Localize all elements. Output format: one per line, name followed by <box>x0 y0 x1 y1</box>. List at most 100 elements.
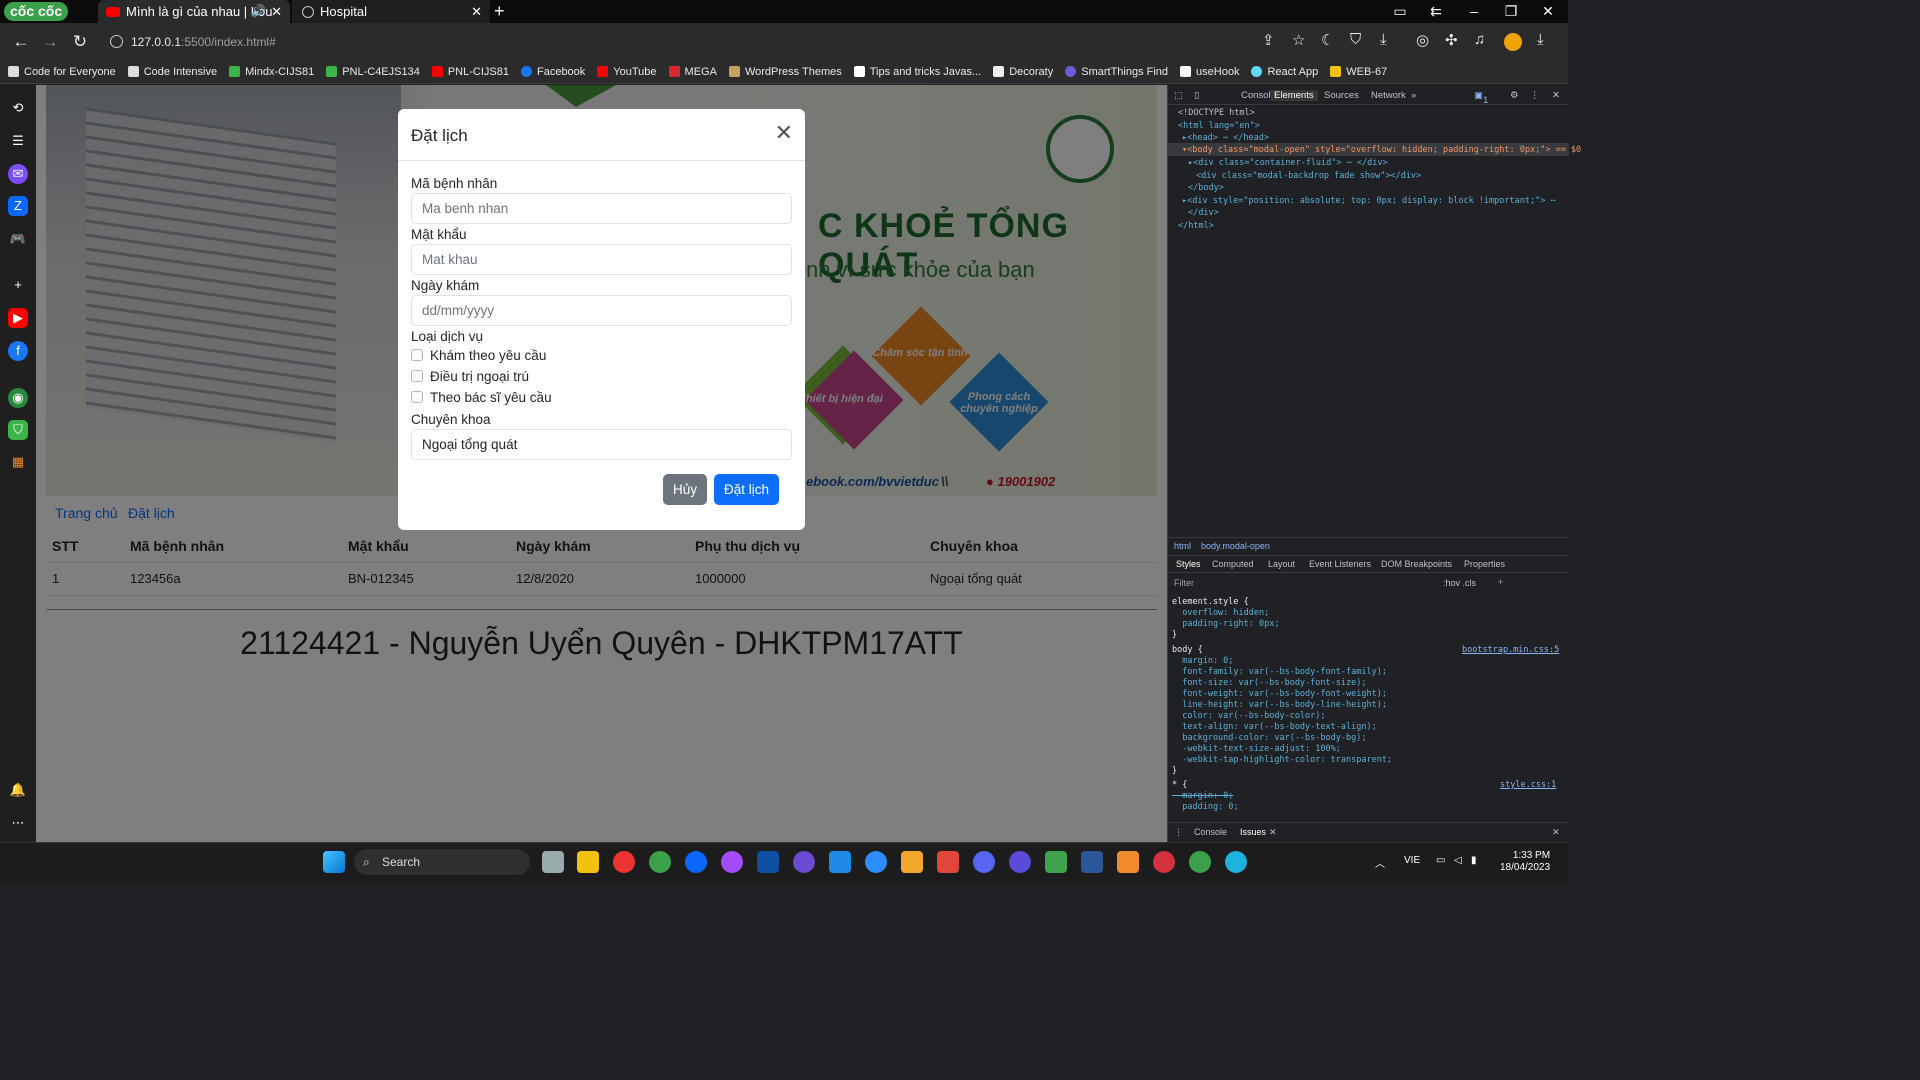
css-line[interactable]: color: var(--bs-body-color); <box>1172 711 1325 721</box>
clock[interactable]: 1:33 PM 18/04/2023 <box>1500 850 1550 874</box>
vscode-icon[interactable] <box>829 851 851 873</box>
tab-hospital[interactable]: Hospital ✕ <box>292 0 490 23</box>
bookmark[interactable]: WordPress Themes <box>721 61 846 83</box>
css-line[interactable]: font-size: var(--bs-body-font-size); <box>1172 678 1366 688</box>
app-icon[interactable] <box>937 851 959 873</box>
dom-line[interactable]: ▸<div class="container-fluid"> ⋯ </div> <box>1188 158 1388 168</box>
tab-dom-breakpoints[interactable]: DOM Breakpoints <box>1381 559 1452 569</box>
bookmark[interactable]: Facebook <box>513 61 589 83</box>
password-input[interactable]: Mat khau <box>411 244 792 275</box>
bookmark[interactable]: useHook <box>1172 61 1243 83</box>
tray-chevron-icon[interactable]: ︿ <box>1375 855 1385 870</box>
chrome-icon[interactable] <box>613 851 635 873</box>
bookmark[interactable]: Code Intensive <box>120 61 221 83</box>
maximize-button[interactable]: ❐ <box>1493 0 1529 23</box>
info-icon[interactable] <box>110 35 123 48</box>
dom-line[interactable]: ▸<head> ⋯ </head> <box>1182 133 1269 143</box>
css-source-link[interactable]: bootstrap.min.css:5 <box>1462 645 1559 655</box>
bookmark[interactable]: Decoraty <box>985 61 1057 83</box>
media-icon[interactable]: ♫ <box>1474 31 1485 48</box>
checkbox-icon[interactable] <box>411 370 423 382</box>
css-line[interactable]: -webkit-tap-highlight-color: transparent… <box>1172 755 1392 765</box>
edge-icon[interactable] <box>1225 851 1247 873</box>
download-icon[interactable]: ⤓ <box>1380 31 1387 48</box>
profile-avatar[interactable] <box>1504 33 1522 51</box>
battery-icon[interactable]: ▮ <box>1471 855 1477 866</box>
shield-icon[interactable]: ⛉ <box>1350 31 1361 48</box>
bookmark[interactable]: MEGA <box>661 61 721 83</box>
add-rule-icon[interactable]: + <box>1498 577 1503 587</box>
drawer-tab-console[interactable]: Console <box>1194 827 1227 837</box>
css-line[interactable]: background-color: var(--bs-body-bg); <box>1172 733 1366 743</box>
discord-icon[interactable] <box>973 851 995 873</box>
file-explorer-icon[interactable] <box>577 851 599 873</box>
css-line[interactable]: margin: 0; <box>1172 791 1233 801</box>
extensions-icon[interactable]: ✣ <box>1445 31 1458 49</box>
crumb-html[interactable]: html <box>1174 541 1191 551</box>
css-line[interactable]: -webkit-text-size-adjust: 100%; <box>1172 744 1341 754</box>
back-button[interactable]: ← <box>8 29 34 55</box>
star-app-icon[interactable] <box>901 851 923 873</box>
shield-icon[interactable]: ⛉ <box>8 420 28 440</box>
tab-styles[interactable]: Styles <box>1176 559 1201 569</box>
drawer-menu-icon[interactable]: ⋮ <box>1174 827 1183 838</box>
tab-event-listeners[interactable]: Event Listeners <box>1309 559 1371 569</box>
book-button[interactable]: Đặt lịch <box>714 474 779 505</box>
drawer-tab-issues[interactable]: Issues <box>1240 827 1266 837</box>
tab-properties[interactable]: Properties <box>1464 559 1505 569</box>
dom-line[interactable]: ▸<div style="position: absolute; top: 0p… <box>1182 196 1556 206</box>
tab-sources[interactable]: Sources <box>1324 90 1359 101</box>
network-icon[interactable]: ▭ <box>1436 855 1445 866</box>
facebook-icon[interactable]: f <box>8 341 28 361</box>
bookmark[interactable]: SmartThings Find <box>1057 61 1172 83</box>
filter-tools[interactable]: :hov .cls <box>1443 578 1476 588</box>
close-tab-icon[interactable]: ✕ <box>271 0 282 23</box>
bookmark[interactable]: Mindx-CIJS81 <box>221 61 318 83</box>
messenger-icon[interactable]: ✉ <box>8 164 28 184</box>
issues-badge[interactable]: ▣ 1 <box>1474 90 1488 106</box>
compass-icon[interactable]: ◎ <box>1416 31 1429 49</box>
date-input[interactable]: dd/mm/yyyy <box>411 295 792 326</box>
tab-music[interactable]: Mình là gì của nhau | Lou 🔊 ✕ <box>98 0 290 23</box>
gamepad-icon[interactable]: 🎮 <box>8 229 28 249</box>
css-line[interactable]: line-height: var(--bs-body-line-height); <box>1172 700 1387 710</box>
service-checkbox[interactable]: Điều trị ngoại trú <box>411 369 529 384</box>
app-icon[interactable] <box>1045 851 1067 873</box>
task-view-icon[interactable] <box>542 851 564 873</box>
close-tab-icon[interactable]: ✕ <box>471 0 482 23</box>
bookmark[interactable]: YouTube <box>589 61 660 83</box>
checkbox-icon[interactable] <box>411 391 423 403</box>
volume-icon[interactable]: ◁ <box>1454 855 1462 866</box>
dom-line[interactable]: </body> <box>1188 183 1224 193</box>
bookmark[interactable]: PNL-CIJS81 <box>424 61 513 83</box>
service-checkbox[interactable]: Theo bác sĩ yêu cầu <box>411 390 552 405</box>
new-tab-button[interactable]: + <box>494 0 505 22</box>
devc-icon[interactable] <box>757 851 779 873</box>
css-line[interactable]: text-align: var(--bs-body-text-align); <box>1172 722 1376 732</box>
reading-list-icon[interactable]: ☰ <box>8 131 28 151</box>
bookmark-star-icon[interactable]: ☆ <box>1292 31 1305 49</box>
share-icon[interactable]: ⇪ <box>1262 31 1275 49</box>
youtube-icon[interactable]: ▶ <box>8 308 28 328</box>
tab-layout[interactable]: Layout <box>1268 559 1295 569</box>
bookmark[interactable]: Tips and tricks Javas... <box>846 61 985 83</box>
messenger-icon[interactable] <box>721 851 743 873</box>
styles-filter[interactable]: Filter:hov .cls + <box>1168 574 1569 592</box>
back-forward-icon[interactable]: ⇇ <box>1418 0 1454 23</box>
address-bar[interactable]: 127.0.0.1:5500/index.html# <box>100 30 1250 54</box>
app-icon[interactable] <box>1117 851 1139 873</box>
coccoc-active-icon[interactable] <box>1189 851 1211 873</box>
coccoc-icon[interactable] <box>649 851 671 873</box>
bookmark[interactable]: PNL-C4EJS134 <box>318 61 424 83</box>
service-checkbox[interactable]: Khám theo yêu cầu <box>411 348 546 363</box>
dom-line[interactable]: <html lang="en"> <box>1178 121 1260 131</box>
history-icon[interactable]: ⟲ <box>8 98 28 118</box>
forward-button[interactable]: → <box>37 29 63 55</box>
tab-elements[interactable]: Elements <box>1270 90 1318 101</box>
dom-line[interactable]: <!DOCTYPE html> <box>1178 108 1255 118</box>
dom-line[interactable]: </div> <box>1188 208 1219 218</box>
bookmark[interactable]: Code for Everyone <box>0 61 120 83</box>
taskbar-search[interactable]: ⌕ Search <box>354 849 530 875</box>
specialty-select[interactable]: Ngoại tổng quát <box>411 429 792 460</box>
css-line[interactable]: overflow: hidden; <box>1172 608 1269 618</box>
